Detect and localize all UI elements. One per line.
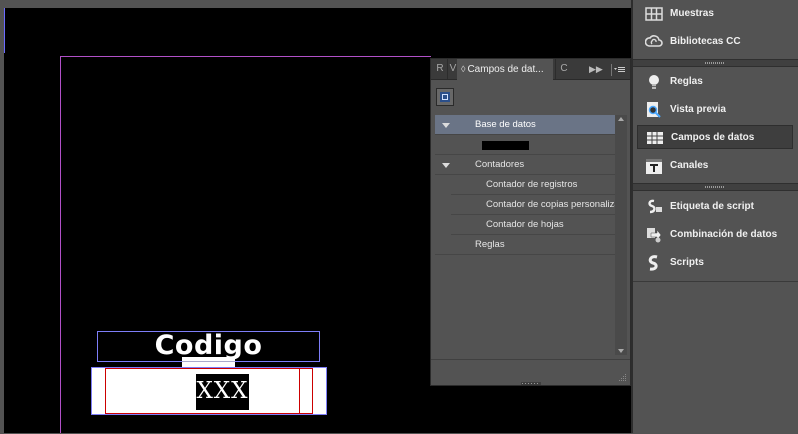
panel-scrollbar[interactable] <box>615 115 627 355</box>
dock-item-scripts[interactable]: Scripts <box>637 251 793 275</box>
scroll-down-arrow-icon[interactable] <box>618 349 624 353</box>
rules-icon <box>649 75 659 89</box>
tree-row-database-name[interactable] <box>435 135 615 155</box>
dock-item-preview[interactable]: Vista previa <box>637 98 793 122</box>
redacted-label <box>482 141 529 150</box>
refresh-icon <box>440 92 450 102</box>
dock-item-rules[interactable]: Reglas <box>637 70 793 94</box>
dock-item-data-merge[interactable]: Combinación de datos <box>637 223 793 247</box>
scroll-up-arrow-icon[interactable] <box>618 117 624 121</box>
tab-c[interactable]: C <box>555 59 572 79</box>
preview-icon <box>647 102 661 118</box>
expand-triangle-icon[interactable] <box>442 123 450 128</box>
barcode-stripe <box>182 357 235 367</box>
tree-row-rules[interactable]: Reglas <box>435 235 615 255</box>
panel-footer <box>431 359 630 386</box>
panel-tab-bar: R V ◊ Campos de dat... C ▶▶ <box>431 59 630 80</box>
panel-drag-grip-icon[interactable] <box>521 382 541 385</box>
dock-item-data-fields[interactable]: Campos de datos <box>637 125 793 149</box>
tree-row-counters[interactable]: Contadores <box>435 155 615 175</box>
panel-dock: Muestras Bibliotecas CC Reglas Vista pre… <box>631 0 798 434</box>
tree-row-sheets-counter[interactable]: Contador de hojas <box>451 215 615 235</box>
data-fields-panel[interactable]: R V ◊ Campos de dat... C ▶▶ Base de dato… <box>430 58 631 386</box>
tree-row-database[interactable]: Base de datos <box>435 115 615 135</box>
dock-separator[interactable] <box>633 183 798 191</box>
dock-item-channels[interactable]: Canales <box>637 154 793 178</box>
dock-empty-area <box>633 281 798 434</box>
scripts-icon <box>648 255 658 271</box>
double-arrow-icon[interactable]: ▶▶ <box>589 59 603 79</box>
panel-menu-icon[interactable] <box>611 63 625 76</box>
cc-libraries-icon <box>645 35 663 47</box>
dock-separator[interactable] <box>633 59 798 67</box>
barcode-frame[interactable]: XXX <box>91 367 327 415</box>
panel-toolbar <box>431 80 630 114</box>
script-label-icon <box>648 199 662 214</box>
tree-row-record-counter[interactable]: Contador de registros <box>451 175 615 195</box>
expand-triangle-icon[interactable] <box>442 163 450 168</box>
tab-r[interactable]: R <box>435 59 445 79</box>
data-fields-icon <box>647 132 663 144</box>
dock-item-cc-libraries[interactable]: Bibliotecas CC <box>637 30 793 54</box>
dock-item-script-label[interactable]: Etiqueta de script <box>637 195 793 219</box>
tree-row-copies-counter[interactable]: Contador de copias personaliza <box>451 195 615 215</box>
channels-icon <box>646 159 662 174</box>
barcode-text-frame[interactable]: XXX <box>105 368 313 414</box>
swatches-icon <box>645 7 663 21</box>
resize-grip-icon[interactable] <box>619 374 627 382</box>
tab-chevron-icon: ◊ <box>461 64 466 74</box>
update-preview-button[interactable] <box>436 88 454 106</box>
tab-data-fields[interactable]: ◊ Campos de dat... <box>457 59 553 80</box>
page-guide-line <box>4 8 5 53</box>
tab-data-fields-label: Campos de dat... <box>467 64 544 75</box>
barcode-placeholder-text: XXX <box>196 378 249 404</box>
dock-item-swatches[interactable]: Muestras <box>637 2 793 26</box>
barcode-placeholder-box: XXX <box>196 374 249 410</box>
data-merge-icon <box>647 228 662 243</box>
data-fields-tree: Base de datos Contadores Contador de reg… <box>431 115 615 355</box>
